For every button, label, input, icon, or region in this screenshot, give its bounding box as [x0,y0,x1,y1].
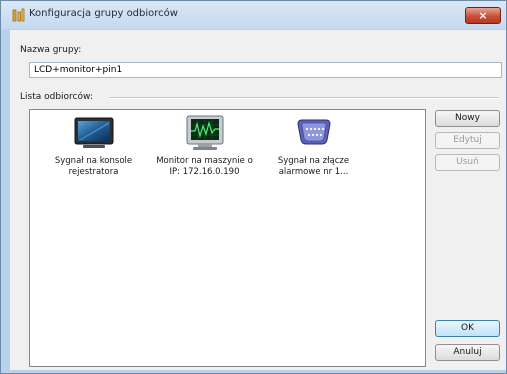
recipients-group-icon [12,8,25,22]
recipients-list-label: Lista odbiorców: [20,92,93,102]
recipients-list[interactable]: Sygnał na konsole rejestratora Monitor n… [29,109,426,367]
dialog-body: Nazwa grupy: Lista odbiorców: [10,30,506,370]
window-title: Konfiguracja grupy odbiorców [29,8,178,19]
ok-button[interactable]: OK [435,320,500,337]
dialog-window: Konfiguracja grupy odbiorców × Nazwa gru… [0,0,507,374]
section-divider [109,97,499,99]
cancel-button[interactable]: Anuluj [435,344,500,361]
group-name-label: Nazwa grupy: [20,45,82,55]
item-caption: Monitor na maszynie o IP: 172.16.0.190 [156,156,253,177]
monitor-waveform-icon [186,115,224,150]
close-icon: × [478,9,488,22]
edit-button[interactable]: Edytuj [435,132,500,149]
group-name-input[interactable] [29,62,502,78]
list-item-alarm-connector[interactable]: Sygnał na złącze alarmowe nr 1... [256,114,371,189]
list-item-remote-monitor[interactable]: Monitor na maszynie o IP: 172.16.0.190 [147,114,262,189]
list-item-console-signal[interactable]: Sygnał na konsole rejestratora [36,114,151,189]
serial-connector-icon [297,119,331,145]
new-button[interactable]: Nowy [435,110,500,127]
item-caption: Sygnał na konsole rejestratora [54,156,133,177]
lcd-display-icon [74,117,114,148]
item-caption: Sygnał na złącze alarmowe nr 1... [277,156,350,177]
delete-button[interactable]: Usuń [435,154,500,171]
close-button[interactable]: × [465,7,501,24]
title-bar[interactable]: Konfiguracja grupy odbiorców × [1,1,506,29]
